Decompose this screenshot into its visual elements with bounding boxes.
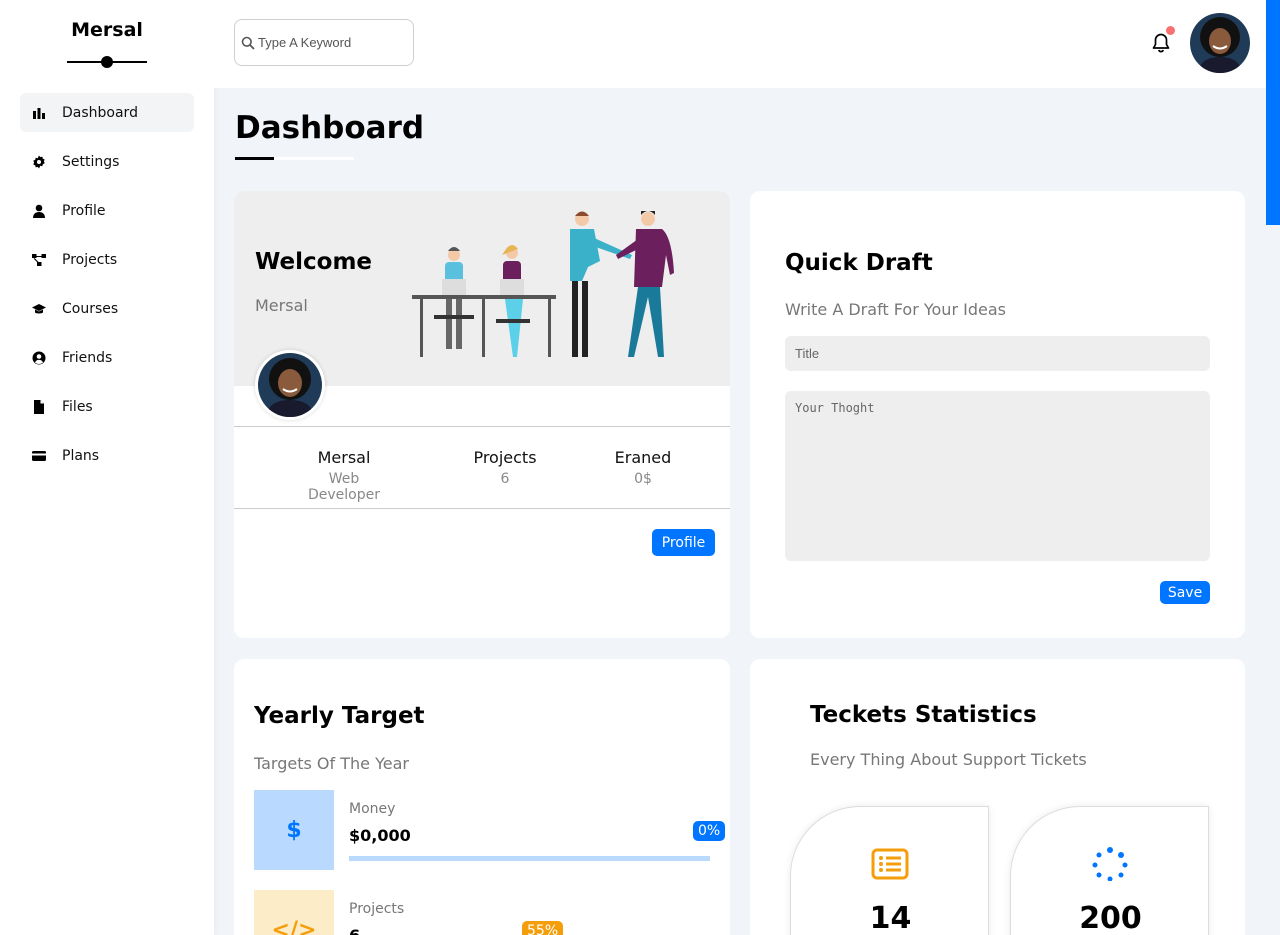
- sidebar-item-friends[interactable]: Friends: [20, 338, 194, 377]
- yearly-title: Yearly Target: [254, 703, 425, 729]
- graduation-cap-icon: [32, 302, 46, 316]
- sidebar-item-label: Dashboard: [62, 104, 138, 121]
- ticket-stat-box: 200: [1010, 806, 1209, 935]
- top-header: [214, 0, 1280, 88]
- stat-name-value: Web Developer: [307, 471, 380, 503]
- target-money-value: $0,000: [349, 826, 411, 845]
- tickets-statistics-card: Teckets Statistics Every Thing About Sup…: [750, 659, 1245, 935]
- stat-name: Mersal Web Developer: [294, 448, 394, 503]
- search-icon: [241, 36, 255, 50]
- chart-bar-icon: [32, 106, 46, 120]
- stat-name-label: Mersal: [317, 448, 371, 467]
- search-input[interactable]: [258, 35, 408, 50]
- sidebar-item-label: Friends: [62, 349, 113, 366]
- draft-body-textarea[interactable]: [785, 391, 1210, 561]
- scrollbar-thumb[interactable]: [1266, 0, 1280, 225]
- sidebar-item-files[interactable]: Files: [20, 387, 194, 426]
- notification-dot: [1166, 26, 1175, 35]
- tickets-subtitle: Every Thing About Support Tickets: [810, 750, 1087, 769]
- divider: [234, 426, 730, 427]
- stat-projects-label: Projects: [473, 448, 537, 467]
- stat-earned-label: Eraned: [614, 448, 672, 467]
- save-button[interactable]: Save: [1160, 581, 1210, 604]
- ticket-count: 200: [1079, 901, 1142, 935]
- tickets-title: Teckets Statistics: [810, 702, 1037, 728]
- logo: Mersal: [71, 19, 143, 41]
- draft-title: Quick Draft: [785, 250, 933, 276]
- sidebar-item-profile[interactable]: Profile: [20, 191, 194, 230]
- sidebar-item-label: Profile: [62, 202, 106, 219]
- stat-projects-value: 6: [500, 471, 510, 487]
- target-money-progress: [349, 856, 710, 861]
- sidebar-item-label: Projects: [62, 251, 118, 268]
- welcome-title: Welcome: [255, 249, 373, 275]
- stat-earned: Eraned 0$: [603, 448, 683, 487]
- stat-earned-value: 0$: [634, 471, 652, 487]
- search-box[interactable]: [234, 19, 414, 66]
- stat-projects: Projects 6: [465, 448, 545, 487]
- divider: [234, 508, 730, 509]
- credit-card-icon: [32, 449, 46, 463]
- team-illustration: [412, 211, 674, 357]
- title-underline: [235, 157, 274, 160]
- sidebar-item-plans[interactable]: Plans: [20, 436, 194, 475]
- ticket-count: 14: [869, 901, 912, 935]
- diagram-icon: [32, 253, 46, 267]
- target-projects-percent: 55%: [522, 921, 564, 935]
- target-money-label: Money: [349, 801, 396, 817]
- sidebar-item-label: Files: [62, 398, 93, 415]
- code-icon: </>: [254, 890, 334, 935]
- page-title: Dashboard: [235, 110, 425, 146]
- draft-title-input[interactable]: [785, 336, 1210, 371]
- sidebar-item-label: Settings: [62, 153, 120, 170]
- target-projects-value: 6: [349, 926, 360, 935]
- ticket-stat-box: 14: [790, 806, 989, 935]
- sidebar: Mersal Dashboard Settings Profile Projec…: [0, 0, 214, 935]
- yearly-subtitle: Targets Of The Year: [254, 754, 409, 773]
- profile-avatar[interactable]: [255, 350, 325, 420]
- sidebar-item-label: Courses: [62, 300, 119, 317]
- spinner-icon: [1092, 847, 1128, 881]
- gear-icon: [32, 155, 46, 169]
- sidebar-item-settings[interactable]: Settings: [20, 142, 194, 181]
- logo-dot: [101, 56, 113, 68]
- file-icon: [32, 399, 46, 414]
- user-icon: [32, 204, 46, 218]
- target-money-percent: 0%: [693, 821, 726, 841]
- target-projects-label: Projects: [349, 901, 405, 917]
- draft-subtitle: Write A Draft For Your Ideas: [785, 300, 1006, 319]
- sidebar-item-dashboard[interactable]: Dashboard: [20, 93, 194, 132]
- list-icon: [871, 848, 909, 880]
- dollar-icon: $: [254, 790, 334, 870]
- welcome-card: Welcome Mersal Mersal Web Developer Proj…: [234, 191, 730, 638]
- avatar[interactable]: [1190, 13, 1250, 73]
- sidebar-item-courses[interactable]: Courses: [20, 289, 194, 328]
- sidebar-nav: Dashboard Settings Profile Projects Cour…: [20, 93, 194, 485]
- profile-button[interactable]: Profile: [652, 529, 715, 556]
- sidebar-item-label: Plans: [62, 447, 100, 464]
- quick-draft-card: Quick Draft Write A Draft For Your Ideas…: [750, 191, 1245, 638]
- yearly-target-card: Yearly Target Targets Of The Year $ Mone…: [234, 659, 730, 935]
- user-circle-icon: [32, 351, 46, 365]
- welcome-subtitle: Mersal: [255, 296, 308, 315]
- bell-icon[interactable]: [1150, 32, 1172, 54]
- sidebar-item-projects[interactable]: Projects: [20, 240, 194, 279]
